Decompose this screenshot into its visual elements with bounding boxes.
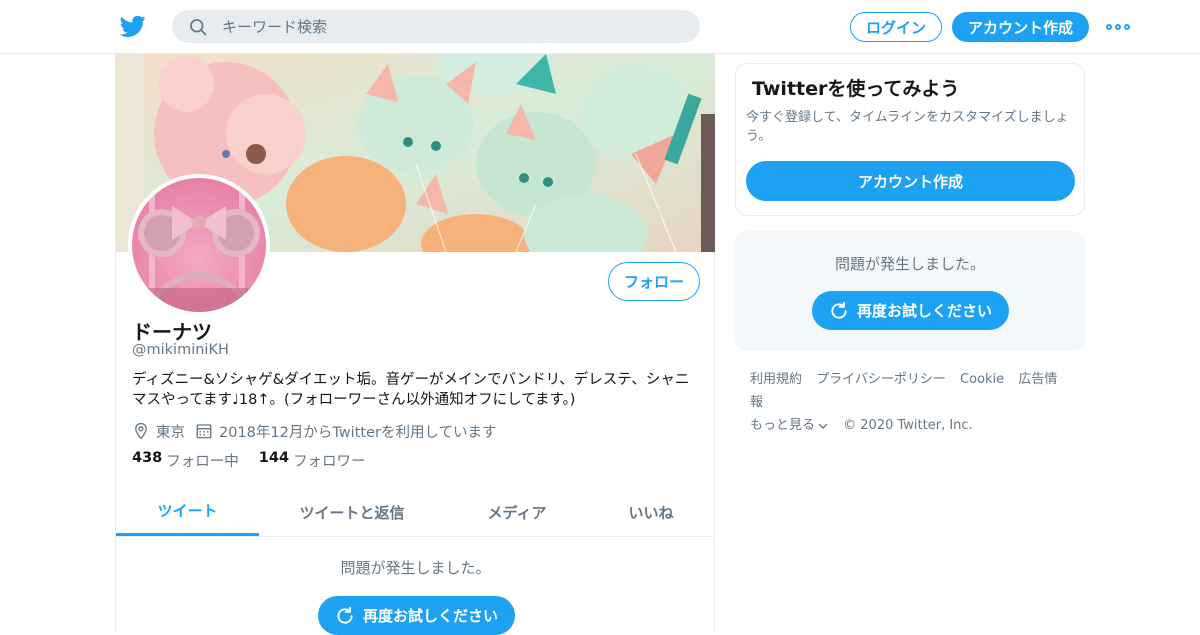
tab-media[interactable]: メディア — [466, 488, 568, 536]
followers-label: フォロワー — [293, 454, 366, 470]
profile-column: フォロー ドーナツ @mikiminiKH ディズニー&ソシャゲ&ダイエット垢。… — [115, 54, 715, 635]
footer-link-terms[interactable]: 利用規約 — [750, 372, 802, 387]
refresh-icon — [337, 606, 353, 624]
footer-more-button[interactable]: もっと見る — [750, 414, 829, 437]
profile-meta: 東京 2018年12月からTwitterを利用しています — [132, 420, 497, 442]
followers-stat[interactable]: 144 フォロワー — [259, 450, 366, 471]
signup-card-button[interactable]: アカウント作成 — [746, 161, 1075, 201]
location-pin-icon — [135, 422, 147, 440]
footer-link-cookie[interactable]: Cookie — [960, 372, 1004, 387]
footer-more-label: もっと見る — [750, 418, 816, 433]
profile-bio: ディズニー&ソシャゲ&ダイエット垢。音ゲーがメインでバンドリ、デレステ、シャニマ… — [132, 372, 690, 408]
signup-card: Twitterを使ってみよう 今すぐ登録して、タイムラインをカスタマイズしましょ… — [735, 63, 1085, 216]
sidebar-error-card: 問題が発生しました。 再度お試しください — [735, 231, 1085, 351]
following-stat[interactable]: 438 フォロー中 — [132, 450, 239, 471]
sidebar-retry-label: 再度お試しください — [856, 302, 992, 320]
signup-card-title: Twitterを使ってみよう — [752, 78, 960, 100]
sidebar-retry-button[interactable]: 再度お試しください — [812, 291, 1009, 330]
signup-card-description: 今すぐ登録して、タイムラインをカスタマイズしましょう。 — [746, 110, 1069, 144]
profile-location: 東京 — [156, 424, 185, 441]
footer-copyright: © 2020 Twitter, Inc. — [843, 418, 973, 433]
avatar-image — [132, 178, 266, 312]
refresh-icon — [831, 301, 847, 319]
timeline-error-text: 問題が発生しました。 — [340, 559, 491, 577]
followers-count: 144 — [258, 450, 290, 466]
following-label: フォロー中 — [166, 454, 239, 470]
chevron-down-icon — [818, 423, 828, 429]
profile-name: ドーナツ — [132, 320, 212, 344]
profile-tabs: ツイート ツイートと返信 メディア いいね — [116, 488, 715, 537]
following-count: 438 — [132, 450, 163, 466]
timeline-retry-label: 再度お試しください — [362, 607, 498, 625]
login-button[interactable]: ログイン — [850, 12, 942, 42]
calendar-icon — [196, 424, 212, 439]
footer-link-privacy[interactable]: プライバシーポリシー — [816, 372, 946, 387]
profile-avatar[interactable] — [128, 174, 270, 316]
search-icon — [190, 18, 207, 35]
profile-stats: 438 フォロー中 144 フォロワー — [132, 450, 386, 471]
tab-tweets-and-replies[interactable]: ツイートと返信 — [276, 488, 428, 536]
tab-tweets[interactable]: ツイート — [116, 488, 259, 536]
footer: 利用規約 プライバシーポリシー Cookie 広告情報 もっと見る © 2020… — [750, 368, 1080, 437]
search-bar — [172, 10, 700, 43]
follow-button[interactable]: フォロー — [608, 262, 700, 301]
twitter-bird-icon[interactable] — [120, 13, 146, 39]
signup-button[interactable]: アカウント作成 — [952, 12, 1089, 42]
profile-joined-date: 2018年12月からTwitterを利用しています — [219, 424, 497, 441]
search-input[interactable] — [222, 17, 662, 36]
more-dots-icon[interactable] — [1106, 18, 1130, 36]
profile-handle[interactable]: @mikiminiKH — [132, 342, 229, 358]
timeline-retry-button[interactable]: 再度お試しください — [318, 596, 515, 635]
sidebar-error-text: 問題が発生しました。 — [834, 255, 985, 273]
top-navigation: ログイン アカウント作成 — [0, 0, 1200, 54]
tab-likes[interactable]: いいね — [606, 488, 696, 536]
